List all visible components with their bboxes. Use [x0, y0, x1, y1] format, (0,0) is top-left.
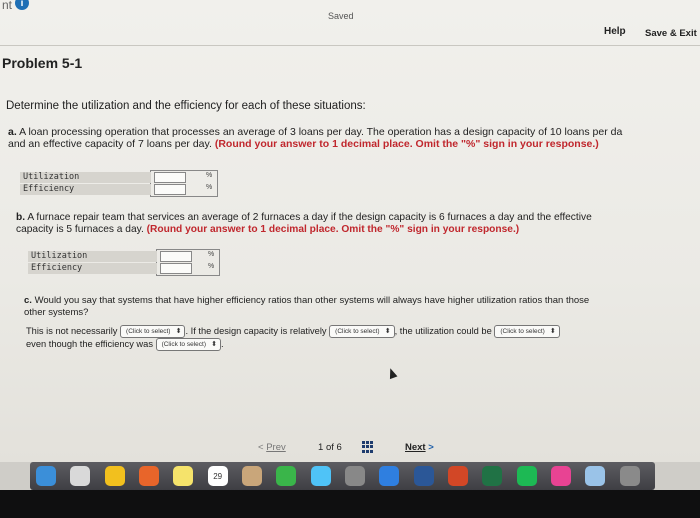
part-c-answer-line2: even though the efficiency was (Click to…: [26, 338, 224, 352]
utilization-input[interactable]: [154, 172, 186, 183]
part-a-line1: a. A loan processing operation that proc…: [8, 126, 622, 138]
finder-icon[interactable]: [36, 466, 56, 486]
prev-label: Prev: [266, 442, 286, 453]
part-a-round-note: (Round your answer to 1 decimal place. O…: [214, 138, 599, 150]
header-divider: [0, 45, 700, 46]
part-a-text2: and an effective capacity of 7 loans per…: [8, 138, 212, 150]
answer-select-4[interactable]: (Click to select) ⬍: [155, 338, 222, 352]
excel-icon[interactable]: [482, 466, 503, 486]
save-exit-button[interactable]: Save & Exit: [645, 28, 697, 39]
powerpoint-icon[interactable]: [448, 466, 468, 486]
select-arrow-icon: ⬍: [384, 328, 391, 336]
launchpad-icon[interactable]: [70, 466, 91, 486]
select-label: (Click to select): [161, 341, 207, 349]
select-label: (Click to select): [335, 328, 380, 336]
next-label: Next: [405, 442, 426, 453]
answer-text: , the utilization could be: [394, 326, 492, 336]
select-arrow-icon: ⬍: [211, 341, 218, 349]
row-label: Efficiency: [20, 184, 151, 195]
select-label: (Click to select): [126, 328, 171, 336]
total-pages: 6: [336, 442, 342, 453]
answer-select-3[interactable]: (Click to select) ⬍: [494, 325, 560, 339]
itunes-icon[interactable]: [551, 466, 571, 486]
select-label: (Click to select): [500, 328, 545, 336]
part-c-text1: Would you say that systems that have hig…: [34, 295, 590, 306]
tab-label[interactable]: nt: [2, 0, 12, 12]
preview-icon[interactable]: [585, 466, 606, 486]
mouse-cursor-icon: [386, 366, 398, 380]
word-icon[interactable]: [413, 466, 434, 486]
answer-text: This is not necessarily: [26, 326, 118, 336]
page-indicator: 1 of 6: [318, 442, 342, 453]
part-b-round-note: (Round your answer to 1 decimal place. O…: [146, 224, 520, 235]
facetime-icon[interactable]: [276, 466, 297, 486]
photos-icon[interactable]: [139, 466, 159, 486]
part-c-text2: other systems?: [24, 307, 89, 318]
percent-unit: %: [206, 172, 213, 179]
part-b-lead: b.: [16, 212, 26, 223]
answer-text: even though the efficiency was: [26, 339, 153, 349]
app-store-icon[interactable]: [379, 466, 400, 486]
part-a-line2: and an effective capacity of 7 loans per…: [8, 138, 599, 150]
saved-status: Saved: [328, 11, 354, 21]
answer-select-1[interactable]: (Click to select) ⬍: [120, 325, 186, 339]
calendar-icon[interactable]: 29: [207, 466, 228, 486]
part-b-text1: A furnace repair team that services an a…: [27, 212, 592, 223]
next-button[interactable]: Next >: [405, 442, 434, 453]
row-label: Efficiency: [28, 263, 157, 274]
next-arrow-icon: >: [428, 442, 434, 453]
part-b-line1: b. A furnace repair team that services a…: [16, 212, 592, 224]
trash-icon[interactable]: [619, 466, 640, 486]
part-c-line2: other systems?: [24, 307, 88, 319]
instructions-text: Determine the utilization and the effici…: [6, 100, 366, 112]
laptop-bezel: [0, 490, 700, 518]
page-grid-icon[interactable]: [362, 441, 374, 453]
problem-title: Problem 5-1: [2, 55, 83, 71]
prev-button[interactable]: < Prev: [258, 442, 286, 453]
row-label: Utilization: [28, 251, 157, 262]
utilization-input[interactable]: [160, 251, 192, 262]
browser-screen: nt i Saved Help Save & Exit Problem 5-1 …: [0, 0, 700, 462]
contacts-icon[interactable]: [242, 466, 262, 486]
part-a-lead: a.: [8, 126, 17, 138]
part-c-line1: c. Would you say that systems that have …: [24, 295, 589, 307]
percent-unit: %: [208, 263, 215, 270]
chrome-icon[interactable]: [104, 466, 125, 486]
part-c-lead: c.: [24, 295, 32, 306]
spotify-icon[interactable]: [516, 466, 537, 486]
info-icon[interactable]: i: [15, 0, 29, 10]
percent-unit: %: [206, 184, 213, 191]
select-arrow-icon: ⬍: [175, 328, 182, 336]
part-b-text2: capacity is 5 furnaces a day.: [16, 224, 144, 235]
percent-unit: %: [208, 251, 215, 258]
efficiency-input[interactable]: [160, 263, 192, 274]
top-bar: nt i Saved Help Save & Exit: [0, 0, 700, 44]
select-arrow-icon: ⬍: [549, 328, 556, 336]
answer-select-2[interactable]: (Click to select) ⬍: [329, 325, 395, 339]
efficiency-input[interactable]: [154, 184, 186, 195]
mac-dock: 29: [30, 462, 655, 490]
answer-text: . If the design capacity is relatively: [185, 326, 327, 336]
prev-arrow-icon: <: [258, 442, 264, 453]
part-a-text1: A loan processing operation that process…: [19, 126, 623, 138]
messages-icon[interactable]: [310, 466, 331, 486]
row-label: Utilization: [20, 172, 151, 183]
system-icon[interactable]: [345, 466, 365, 486]
part-c-answer-line1: This is not necessarily (Click to select…: [26, 325, 560, 339]
current-page: 1: [318, 442, 324, 453]
help-button[interactable]: Help: [604, 26, 626, 37]
of-label: of: [325, 442, 334, 453]
notes-icon[interactable]: [173, 466, 194, 486]
part-b-line2: capacity is 5 furnaces a day. (Round you…: [16, 224, 519, 236]
